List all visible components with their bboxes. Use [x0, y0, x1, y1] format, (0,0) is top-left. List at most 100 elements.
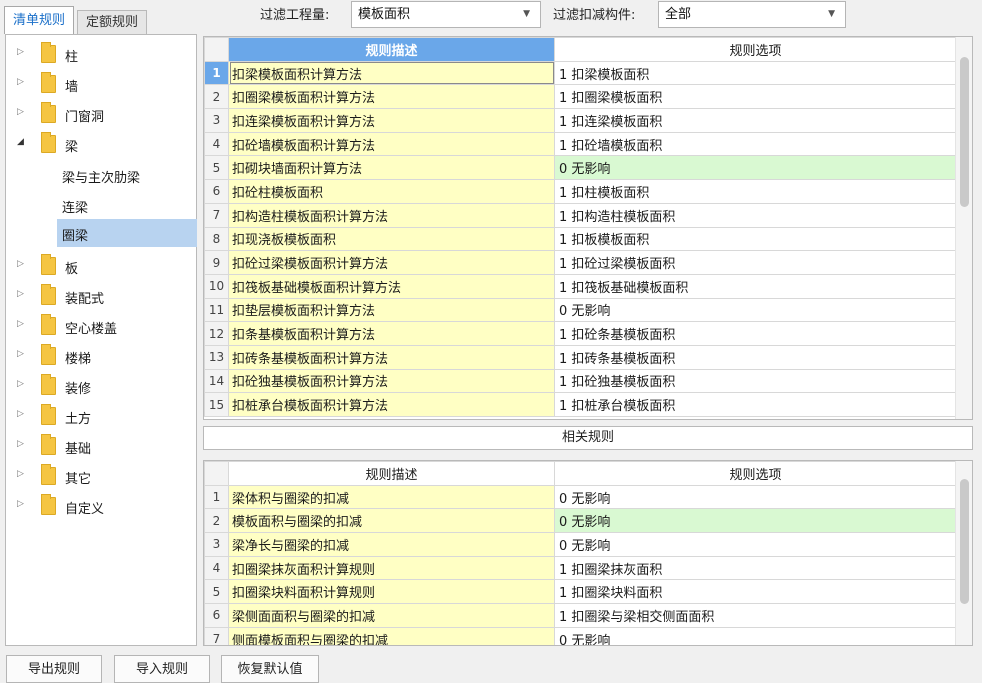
column-header-description[interactable]: 规则描述 — [228, 461, 555, 486]
row-number[interactable]: 1 — [204, 60, 229, 86]
tree-child-coupling-beam[interactable]: 连梁 — [6, 191, 196, 219]
rule-option-cell[interactable]: 1 扣砼独基模板面积 — [554, 368, 957, 394]
rule-option-cell[interactable]: 0 无影响 — [554, 532, 957, 557]
column-header-description[interactable]: 规则描述 — [228, 37, 555, 62]
tab-list-rules[interactable]: 清单规则 — [4, 6, 75, 34]
rule-description-cell[interactable]: 扣条基模板面积计算方法 — [228, 321, 555, 346]
rule-option-cell[interactable]: 1 扣砼墙模板面积 — [554, 131, 957, 157]
scrollbar-thumb[interactable] — [960, 57, 969, 207]
rule-description-cell[interactable]: 扣梁模板面积计算方法 — [228, 60, 555, 86]
rule-option-cell[interactable]: 1 扣柱模板面积 — [554, 179, 957, 204]
rule-option-cell[interactable]: 1 扣圈梁块料面积 — [554, 579, 957, 605]
row-number[interactable]: 14 — [204, 368, 229, 394]
tree-node-prefab[interactable]: ▷ 装配式 — [6, 284, 196, 309]
tree-node-earthwork[interactable]: ▷ 土方 — [6, 404, 196, 429]
rule-description-cell[interactable]: 梁体积与圈梁的扣减 — [228, 484, 555, 510]
table-row[interactable]: 14 扣砼独基模板面积计算方法 1 扣砼独基模板面积 — [204, 368, 957, 394]
tree-node-wall[interactable]: ▷ 墙 — [6, 72, 196, 97]
row-number[interactable]: 11 — [204, 297, 229, 323]
expand-arrow-icon[interactable]: ▷ — [17, 409, 27, 419]
rule-option-cell[interactable]: 1 扣筏板基础模板面积 — [554, 273, 957, 299]
row-number[interactable]: 13 — [204, 344, 229, 370]
rules-grid-scrollbar[interactable] — [955, 37, 972, 419]
tree-node-beam[interactable]: ◢ 梁 — [6, 132, 196, 157]
rule-description-cell[interactable]: 扣垫层模板面积计算方法 — [228, 297, 555, 323]
expand-arrow-icon[interactable]: ▷ — [17, 499, 27, 509]
table-row[interactable]: 2 模板面积与圈梁的扣减 0 无影响 — [204, 508, 957, 534]
rule-option-cell[interactable]: 1 扣构造柱模板面积 — [554, 202, 957, 228]
rule-description-cell[interactable]: 扣连梁模板面积计算方法 — [228, 108, 555, 133]
table-row[interactable]: 1 扣梁模板面积计算方法 1 扣梁模板面积 — [204, 60, 957, 86]
table-row[interactable]: 6 梁侧面面积与圈梁的扣减 1 扣圈梁与梁相交侧面面积 — [204, 603, 957, 628]
expand-arrow-icon[interactable]: ▷ — [17, 289, 27, 299]
rule-description-cell[interactable]: 侧面模板面积与圈梁的扣减 — [228, 626, 555, 645]
tree-node-custom[interactable]: ▷ 自定义 — [6, 494, 196, 519]
filter-quantity-select[interactable]: 模板面积 ▼ — [351, 1, 541, 28]
scrollbar-thumb[interactable] — [960, 479, 969, 604]
expand-arrow-icon[interactable]: ▷ — [17, 77, 27, 87]
rule-description-cell[interactable]: 扣圈梁块料面积计算规则 — [228, 579, 555, 605]
table-row[interactable]: 7 扣构造柱模板面积计算方法 1 扣构造柱模板面积 — [204, 202, 957, 228]
rule-description-cell[interactable]: 扣砼柱模板面积 — [228, 179, 555, 204]
rule-option-cell[interactable]: 1 扣板模板面积 — [554, 226, 957, 252]
row-number[interactable]: 5 — [204, 155, 229, 181]
rule-description-cell[interactable]: 扣砼墙模板面积计算方法 — [228, 131, 555, 157]
rule-description-cell[interactable]: 扣圈梁抹灰面积计算规则 — [228, 555, 555, 581]
tree-node-hollow-floor[interactable]: ▷ 空心楼盖 — [6, 314, 196, 339]
rule-description-cell[interactable]: 扣现浇板模板面积 — [228, 226, 555, 252]
row-number[interactable]: 4 — [204, 555, 229, 581]
rule-description-cell[interactable]: 扣砼独基模板面积计算方法 — [228, 368, 555, 394]
expand-arrow-icon[interactable]: ▷ — [17, 319, 27, 329]
table-row[interactable]: 6 扣砼柱模板面积 1 扣柱模板面积 — [204, 179, 957, 204]
row-number[interactable]: 2 — [204, 84, 229, 110]
row-number[interactable]: 5 — [204, 579, 229, 605]
row-number[interactable]: 3 — [204, 532, 229, 557]
column-header-option[interactable]: 规则选项 — [554, 461, 957, 486]
rule-description-cell[interactable]: 扣筏板基础模板面积计算方法 — [228, 273, 555, 299]
column-header-option[interactable]: 规则选项 — [554, 37, 957, 62]
table-row[interactable]: 3 梁净长与圈梁的扣减 0 无影响 — [204, 532, 957, 557]
rule-option-cell[interactable]: 1 扣圈梁模板面积 — [554, 84, 957, 110]
expand-arrow-icon[interactable]: ▷ — [17, 379, 27, 389]
table-row[interactable]: 5 扣砌块墙面积计算方法 0 无影响 — [204, 155, 957, 181]
table-row[interactable]: 10 扣筏板基础模板面积计算方法 1 扣筏板基础模板面积 — [204, 273, 957, 299]
rule-description-cell[interactable]: 扣砌块墙面积计算方法 — [228, 155, 555, 181]
table-row[interactable]: 15 扣桩承台模板面积计算方法 1 扣桩承台模板面积 — [204, 392, 957, 417]
import-rules-button[interactable]: 导入规则 — [114, 655, 210, 683]
rule-option-cell[interactable]: 0 无影响 — [554, 626, 957, 645]
rule-option-cell[interactable]: 1 扣圈梁与梁相交侧面面积 — [554, 603, 957, 628]
tab-quota-rules[interactable]: 定额规则 — [77, 10, 148, 34]
rule-option-cell[interactable]: 1 扣圈梁抹灰面积 — [554, 555, 957, 581]
rule-description-cell[interactable]: 扣圈梁模板面积计算方法 — [228, 84, 555, 110]
tree-child-beam-rib[interactable]: 梁与主次肋梁 — [6, 161, 196, 189]
rule-description-cell[interactable]: 扣砼过梁模板面积计算方法 — [228, 250, 555, 275]
tree-node-decoration[interactable]: ▷ 装修 — [6, 374, 196, 399]
table-row[interactable]: 7 侧面模板面积与圈梁的扣减 0 无影响 — [204, 626, 957, 645]
tree-child-ring-beam[interactable]: 圈梁 — [57, 219, 197, 247]
collapse-arrow-icon[interactable]: ◢ — [17, 137, 27, 147]
tree-node-column[interactable]: ▷ 柱 — [6, 42, 196, 67]
expand-arrow-icon[interactable]: ▷ — [17, 47, 27, 57]
rule-description-cell[interactable]: 模板面积与圈梁的扣减 — [228, 508, 555, 534]
table-row[interactable]: 2 扣圈梁模板面积计算方法 1 扣圈梁模板面积 — [204, 84, 957, 110]
tree-node-foundation[interactable]: ▷ 基础 — [6, 434, 196, 459]
table-row[interactable]: 11 扣垫层模板面积计算方法 0 无影响 — [204, 297, 957, 323]
table-row[interactable]: 13 扣砖条基模板面积计算方法 1 扣砖条基模板面积 — [204, 344, 957, 370]
tree-node-stairs[interactable]: ▷ 楼梯 — [6, 344, 196, 369]
rule-option-cell[interactable]: 1 扣砼过梁模板面积 — [554, 250, 957, 275]
row-number[interactable]: 6 — [204, 603, 229, 628]
row-number[interactable]: 7 — [204, 626, 229, 645]
row-number[interactable]: 15 — [204, 392, 229, 417]
row-number[interactable]: 1 — [204, 484, 229, 510]
expand-arrow-icon[interactable]: ▷ — [17, 107, 27, 117]
tree-node-slab[interactable]: ▷ 板 — [6, 254, 196, 279]
table-row[interactable]: 9 扣砼过梁模板面积计算方法 1 扣砼过梁模板面积 — [204, 250, 957, 275]
rule-option-cell[interactable]: 1 扣桩承台模板面积 — [554, 392, 957, 417]
row-number[interactable]: 6 — [204, 179, 229, 204]
rule-option-cell[interactable]: 0 无影响 — [554, 297, 957, 323]
tree-node-door-window[interactable]: ▷ 门窗洞 — [6, 102, 196, 127]
rule-description-cell[interactable]: 梁侧面面积与圈梁的扣减 — [228, 603, 555, 628]
rule-description-cell[interactable]: 梁净长与圈梁的扣减 — [228, 532, 555, 557]
row-number[interactable]: 3 — [204, 108, 229, 133]
row-number[interactable]: 10 — [204, 273, 229, 299]
